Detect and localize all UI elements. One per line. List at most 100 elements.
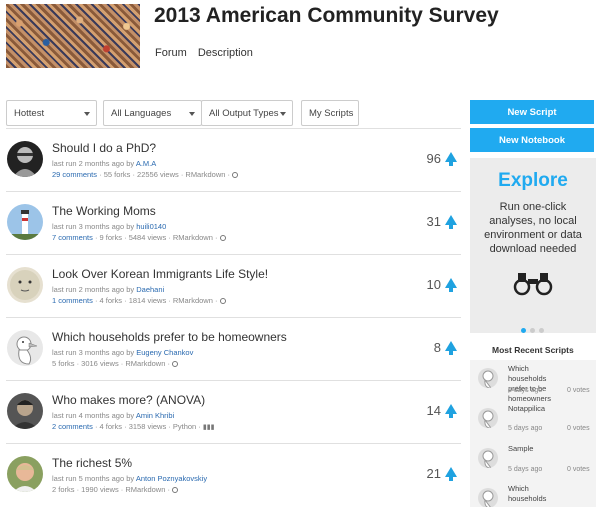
carousel-dots[interactable] — [521, 320, 548, 338]
upvote-arrow-icon[interactable] — [445, 215, 457, 229]
page-title: 2013 American Community Survey — [154, 4, 499, 27]
avatar — [7, 456, 43, 492]
script-title[interactable]: The richest 5% — [52, 456, 132, 470]
list-item[interactable]: Which households prefer to be homeowners… — [470, 362, 596, 404]
globe-icon — [172, 361, 179, 367]
vote-count: 21 — [427, 466, 457, 481]
avatar — [478, 368, 498, 388]
language-dropdown-label: All Languages — [111, 108, 172, 119]
script-comments-link[interactable]: 1 comments — [52, 296, 93, 305]
vote-count-label: 10 — [426, 277, 441, 292]
chart-icon: ▮▮▮ — [202, 424, 215, 431]
my-scripts-button[interactable]: My Scripts — [301, 100, 359, 126]
script-title[interactable]: Should I do a PhD? — [52, 141, 156, 155]
script-author-link[interactable]: Daehani — [136, 285, 164, 294]
new-script-button[interactable]: New Script — [470, 100, 594, 124]
avatar — [7, 267, 43, 303]
recent-script-votes: 0 votes — [567, 466, 590, 473]
chevron-down-icon — [189, 112, 195, 116]
script-author-link[interactable]: Eugeny Chankov — [136, 348, 193, 357]
avatar — [7, 393, 43, 429]
sort-dropdown-label: Hottest — [14, 108, 45, 119]
recent-script-votes: 0 votes — [567, 425, 590, 432]
recent-script-name[interactable]: Which households — [508, 484, 566, 504]
dataset-banner-image — [6, 4, 140, 68]
recent-script-votes: 0 votes — [567, 387, 590, 394]
upvote-arrow-icon[interactable] — [445, 341, 457, 355]
explore-text: Run one-click analyses, no local environ… — [484, 201, 582, 255]
script-row[interactable]: Look Over Korean Immigrants Life Style! … — [6, 254, 461, 317]
recent-script-time: 5 days ago — [508, 466, 543, 473]
recent-scripts-title: Most Recent Scripts — [492, 345, 574, 355]
output-type-dropdown[interactable]: All Output Types — [201, 100, 293, 126]
vote-count-label: 14 — [426, 403, 441, 418]
nav-forum[interactable]: Forum — [155, 47, 187, 59]
upvote-arrow-icon[interactable] — [445, 152, 457, 166]
script-comments-link[interactable]: 2 comments — [52, 422, 93, 431]
script-author-link[interactable]: huili0140 — [136, 222, 166, 231]
avatar — [478, 408, 498, 428]
chevron-down-icon — [280, 112, 286, 116]
script-stats: · 55 forks · 22556 views · RMarkdown · — [97, 170, 233, 179]
script-stats: 2 forks · 1990 views · RMarkdown · — [52, 485, 173, 494]
globe-icon — [219, 298, 226, 304]
upvote-arrow-icon[interactable] — [445, 467, 457, 481]
script-run-info: last run 2 months ago by — [52, 285, 135, 294]
script-stats: · 4 forks · 3158 views · Python · — [92, 422, 203, 431]
script-comments-link[interactable]: 29 comments — [52, 170, 97, 179]
list-item[interactable]: Which households — [470, 482, 596, 507]
script-comments-link[interactable]: 7 comments — [52, 233, 93, 242]
binoculars-icon — [513, 273, 553, 296]
globe-icon — [219, 235, 226, 241]
avatar — [478, 448, 498, 468]
script-stats: · 9 forks · 5484 views · RMarkdown · — [92, 233, 220, 242]
vote-count: 96 — [427, 151, 457, 166]
avatar — [7, 141, 43, 177]
avatar — [478, 488, 498, 507]
globe-icon — [232, 172, 239, 178]
language-dropdown[interactable]: All Languages — [103, 100, 202, 126]
script-title[interactable]: Which households prefer to be homeowners — [52, 330, 287, 344]
vote-count: 31 — [427, 214, 457, 229]
new-notebook-button[interactable]: New Notebook — [470, 128, 594, 152]
script-row[interactable]: The richest 5% last run 5 months ago by … — [6, 443, 461, 506]
list-item[interactable]: Sample 5 days ago 0 votes — [470, 442, 596, 482]
dataset-nav: Forum Description — [155, 47, 261, 59]
script-author-link[interactable]: Amin Khribi — [136, 411, 174, 420]
vote-count: 10 — [427, 277, 457, 292]
avatar — [7, 330, 43, 366]
script-run-info: last run 3 months ago by — [52, 348, 135, 357]
recent-script-name[interactable]: Notappilica — [508, 404, 566, 414]
recent-script-name[interactable]: Which households prefer to be homeowners — [508, 364, 566, 404]
chevron-down-icon — [84, 112, 90, 116]
vote-count-label: 8 — [433, 340, 441, 355]
script-run-info: last run 2 months ago by — [52, 159, 135, 168]
sort-dropdown[interactable]: Hottest — [6, 100, 97, 126]
vote-count: 8 — [434, 340, 457, 355]
globe-icon — [172, 487, 179, 493]
upvote-arrow-icon[interactable] — [445, 278, 457, 292]
recent-scripts-list: Which households prefer to be homeowners… — [470, 360, 596, 507]
explore-panel: Explore Run one-click analyses, no local… — [470, 158, 596, 333]
vote-count-label: 96 — [426, 151, 441, 166]
script-author-link[interactable]: A.M.A — [136, 159, 156, 168]
script-row[interactable]: Which households prefer to be homeowners… — [6, 317, 461, 380]
recent-script-time: 5 days ago — [508, 425, 543, 432]
vote-count: 14 — [427, 403, 457, 418]
nav-description[interactable]: Description — [198, 47, 253, 59]
script-row[interactable]: The Working Moms last run 3 months ago b… — [6, 191, 461, 254]
recent-script-time: 5 days ago — [508, 387, 543, 394]
script-row[interactable]: Should I do a PhD? last run 2 months ago… — [6, 128, 461, 191]
script-author-link[interactable]: Anton Poznyakovskiy — [136, 474, 207, 483]
recent-script-name[interactable]: Sample — [508, 444, 566, 454]
list-item[interactable]: Notappilica 5 days ago 0 votes — [470, 402, 596, 442]
script-run-info: last run 5 months ago by — [52, 474, 135, 483]
script-run-info: last run 4 months ago by — [52, 411, 135, 420]
script-title[interactable]: Look Over Korean Immigrants Life Style! — [52, 267, 268, 281]
script-row[interactable]: Who makes more? (ANOVA) last run 4 month… — [6, 380, 461, 443]
explore-title: Explore — [498, 170, 568, 191]
vote-count-label: 21 — [426, 466, 441, 481]
upvote-arrow-icon[interactable] — [445, 404, 457, 418]
script-title[interactable]: Who makes more? (ANOVA) — [52, 393, 205, 407]
script-title[interactable]: The Working Moms — [52, 204, 156, 218]
